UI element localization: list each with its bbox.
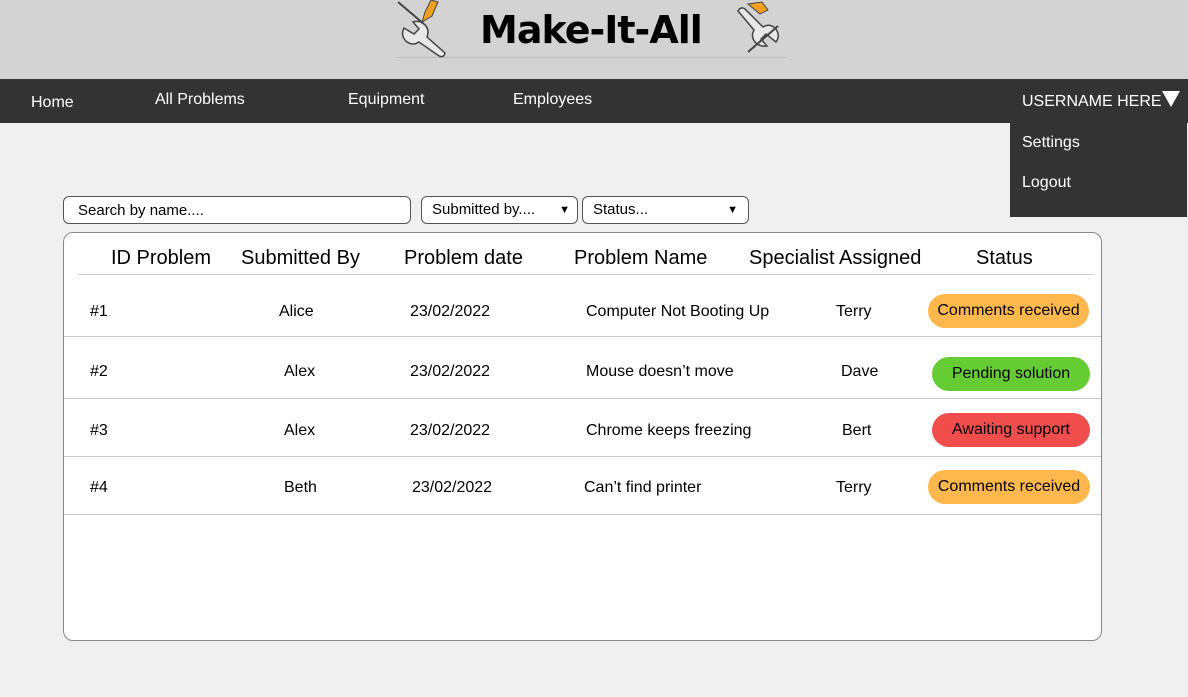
username: USERNAME HERE (1022, 93, 1162, 110)
header: Make-It-All (0, 0, 1188, 79)
logo-text: Make-It-All (480, 8, 703, 52)
caret-down-icon (1161, 91, 1180, 107)
table-row[interactable]: #3 Alex 23/02/2022 Chrome keeps freezing… (64, 399, 1101, 457)
cell-submitted-by: Beth (284, 479, 317, 496)
column-header-problem-date: Problem date (404, 247, 523, 269)
cell-specialist: Terry (836, 479, 872, 496)
cell-date: 23/02/2022 (410, 363, 491, 380)
cell-id: #1 (90, 303, 108, 320)
cell-problem-name: Can’t find printer (584, 479, 702, 496)
table-row[interactable]: #4 Beth 23/02/2022 Can’t find printer Te… (64, 457, 1101, 515)
cell-date: 23/02/2022 (412, 479, 493, 496)
cell-problem-name: Chrome keeps freezing (586, 422, 752, 439)
cell-specialist: Bert (842, 422, 872, 439)
cell-submitted-by: Alex (284, 422, 316, 439)
nav-equipment[interactable]: Equipment (348, 78, 425, 122)
status-badge[interactable]: Comments received (928, 470, 1090, 504)
column-header-status: Status (976, 247, 1033, 269)
cell-id: #4 (90, 479, 108, 496)
cell-specialist: Terry (836, 303, 872, 320)
problems-table: ID Problem Submitted By Problem date Pro… (63, 232, 1102, 641)
cell-submitted-by: Alex (284, 363, 316, 380)
nav-home[interactable]: Home (31, 81, 74, 125)
table-row[interactable]: #1 Alice 23/02/2022 Computer Not Booting… (64, 275, 1101, 337)
cell-submitted-by: Alice (279, 303, 314, 320)
nav-employees[interactable]: Employees (513, 78, 592, 122)
cell-date: 23/02/2022 (410, 303, 491, 320)
status-badge[interactable]: Awaiting support (932, 413, 1090, 447)
wrench-screwdriver-icon (397, 0, 446, 58)
cell-specialist: Dave (841, 363, 879, 380)
chevron-down-icon: ▼ (559, 204, 570, 216)
status-badge[interactable]: Comments received (928, 294, 1089, 328)
submitted-by-select-value: Submitted by.... (432, 201, 536, 218)
user-menu: USERNAME HERE Settings Logout (1010, 79, 1187, 217)
wrench-screwdriver-icon (737, 1, 779, 53)
user-menu-button[interactable]: USERNAME HERE (1022, 79, 1180, 123)
submitted-by-select[interactable]: Submitted by.... ▼ (421, 196, 578, 224)
status-select[interactable]: Status... ▼ (582, 196, 749, 224)
search-input[interactable] (63, 196, 411, 224)
cell-problem-name: Computer Not Booting Up (586, 303, 770, 320)
nav-all-problems[interactable]: All Problems (155, 78, 245, 122)
status-select-value: Status... (593, 201, 649, 218)
table-row[interactable]: #2 Alex 23/02/2022 Mouse doesn’t move Da… (64, 337, 1101, 399)
column-header-id: ID Problem (111, 247, 212, 269)
logo[interactable]: Make-It-All (396, 0, 786, 58)
cell-problem-name: Mouse doesn’t move (586, 363, 734, 380)
menu-item-logout[interactable]: Logout (1022, 174, 1071, 192)
menu-item-settings[interactable]: Settings (1022, 134, 1080, 152)
cell-id: #3 (90, 422, 108, 439)
cell-id: #2 (90, 363, 108, 380)
column-header-submitted-by: Submitted By (241, 247, 360, 269)
column-header-problem-name: Problem Name (574, 247, 708, 269)
chevron-down-icon: ▼ (727, 204, 738, 216)
column-header-specialist: Specialist Assigned (749, 247, 922, 269)
cell-date: 23/02/2022 (410, 422, 491, 439)
status-badge[interactable]: Pending solution (932, 357, 1090, 391)
